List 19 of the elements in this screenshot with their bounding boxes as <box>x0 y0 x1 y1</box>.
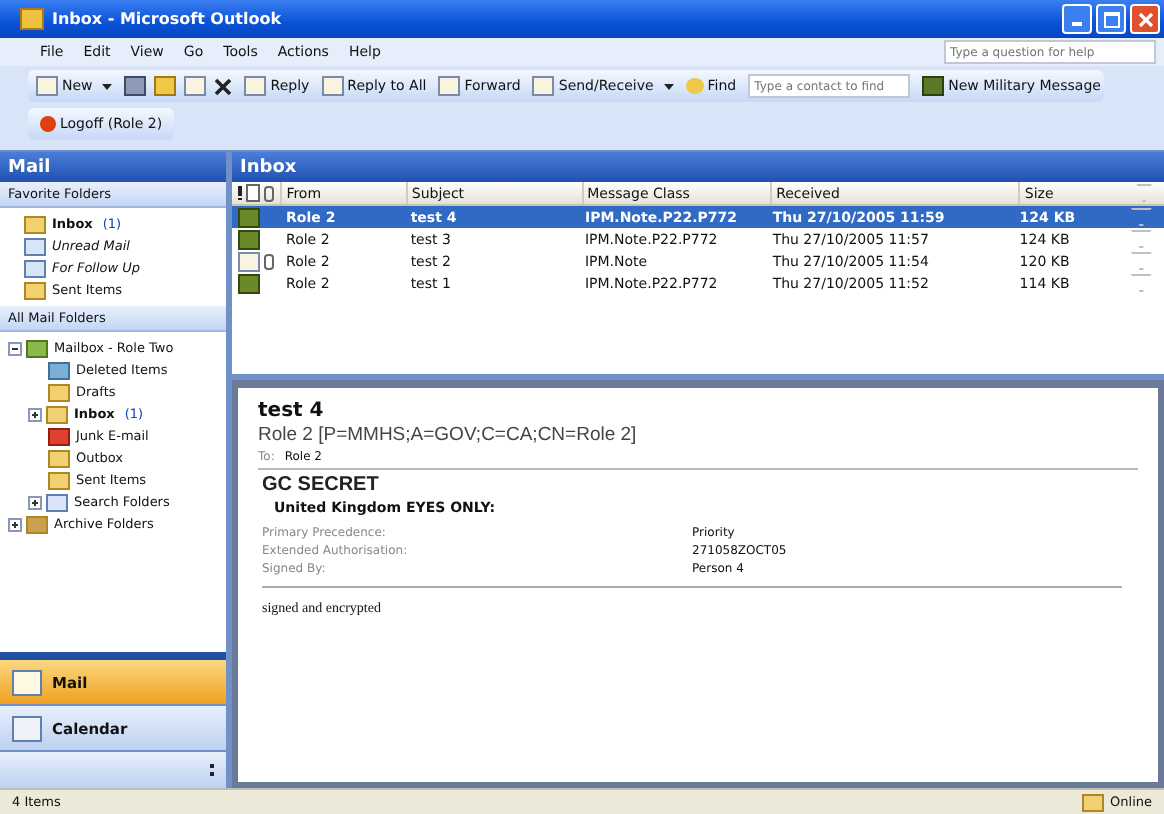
minimize-button[interactable] <box>1062 4 1092 34</box>
expand-icon[interactable] <box>8 517 22 531</box>
expand-icon[interactable] <box>28 495 42 509</box>
paperclip-icon[interactable] <box>264 185 274 201</box>
expand-icon[interactable] <box>28 407 42 421</box>
message-subject: test 4 <box>258 400 326 422</box>
delete-icon[interactable] <box>214 77 233 95</box>
window-title: Inbox - Microsoft Outlook <box>52 10 284 28</box>
caret-icon <box>663 83 674 89</box>
classification: GC SECRET <box>262 474 381 496</box>
message-sender: Role 2 [P=MMHS;A=GOV;C=CA;CN=Role 2] <box>258 424 639 446</box>
caret-icon <box>102 83 113 89</box>
page-icon[interactable] <box>246 184 260 202</box>
collapse-icon[interactable] <box>8 341 22 355</box>
pane-title: Inbox <box>232 152 1164 182</box>
close-button[interactable] <box>1130 4 1160 34</box>
pane-title: Mail <box>0 152 226 182</box>
maximize-button[interactable] <box>1096 4 1126 34</box>
close-icon <box>1137 11 1153 27</box>
